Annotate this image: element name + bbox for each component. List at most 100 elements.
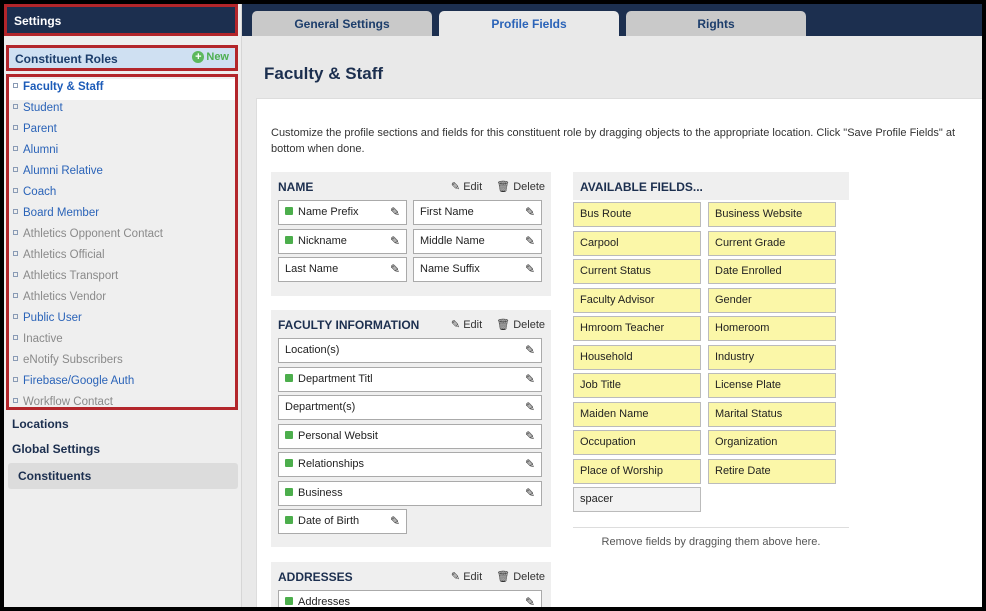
available-field-current-status[interactable]: Current Status bbox=[573, 259, 701, 284]
available-field-bus-route[interactable]: Bus Route bbox=[573, 202, 701, 227]
available-fields-title: AVAILABLE FIELDS... bbox=[573, 172, 849, 200]
delete-section-button[interactable]: 🗑 Delete bbox=[496, 180, 545, 193]
field-name-prefix[interactable]: Name Prefix ✎ bbox=[278, 200, 407, 225]
pencil-icon[interactable]: ✎ bbox=[390, 262, 400, 276]
role-item-athletics-official[interactable]: Athletics Official bbox=[9, 247, 235, 268]
field-label: Location(s) bbox=[285, 344, 340, 356]
role-item-workflow-contact[interactable]: Workflow Contact bbox=[9, 394, 235, 415]
available-field-gender[interactable]: Gender bbox=[708, 287, 836, 313]
new-role-button[interactable]: + New bbox=[192, 51, 229, 63]
section-faculty-title: FACULTY INFORMATION bbox=[278, 318, 420, 332]
available-field-current-grade[interactable]: Current Grade bbox=[708, 230, 836, 256]
available-field-homeroom[interactable]: Homeroom bbox=[708, 316, 836, 341]
pencil-icon[interactable]: ✎ bbox=[525, 262, 535, 276]
available-field-maiden-name[interactable]: Maiden Name bbox=[573, 401, 701, 427]
green-square-icon bbox=[285, 487, 293, 496]
profile-fields-panel: Customize the profile sections and field… bbox=[256, 98, 982, 607]
field-label: Name Suffix bbox=[420, 263, 480, 275]
pencil-icon[interactable]: ✎ bbox=[525, 595, 535, 607]
pencil-icon[interactable]: ✎ bbox=[525, 400, 535, 414]
role-label: Faculty & Staff bbox=[23, 81, 104, 93]
role-item-public-user[interactable]: Public User bbox=[9, 310, 235, 331]
role-label: Public User bbox=[23, 312, 82, 324]
field-department-s[interactable]: Department(s) ✎ bbox=[278, 395, 542, 420]
field-business[interactable]: Business ✎ bbox=[278, 480, 542, 506]
available-field-business-website[interactable]: Business Website bbox=[708, 202, 836, 227]
available-field-faculty-advisor[interactable]: Faculty Advisor bbox=[573, 287, 701, 313]
bullet-icon bbox=[13, 209, 18, 215]
edit-section-button[interactable]: ✎ Edit bbox=[451, 318, 482, 331]
role-item-alumni-relative[interactable]: Alumni Relative bbox=[9, 163, 235, 184]
field-label: First Name bbox=[420, 206, 474, 218]
field-nickname[interactable]: Nickname ✎ bbox=[278, 228, 407, 254]
available-field-retire-date[interactable]: Retire Date bbox=[708, 458, 836, 484]
available-field-hmroom-teacher[interactable]: Hmroom Teacher bbox=[573, 316, 701, 341]
remove-fields-note: Remove fields by dragging them above her… bbox=[573, 527, 849, 548]
global-settings-link[interactable]: Global Settings bbox=[12, 442, 100, 456]
pencil-icon[interactable]: ✎ bbox=[390, 205, 400, 219]
role-item-student[interactable]: Student bbox=[9, 100, 235, 121]
role-item-firebase-google-auth[interactable]: Firebase/Google Auth bbox=[9, 373, 235, 394]
available-field-job-title[interactable]: Job Title bbox=[573, 373, 701, 398]
field-relationships[interactable]: Relationships ✎ bbox=[278, 452, 542, 477]
pencil-icon[interactable]: ✎ bbox=[525, 457, 535, 471]
pencil-icon[interactable]: ✎ bbox=[525, 205, 535, 219]
role-label: Athletics Vendor bbox=[23, 291, 107, 303]
available-field-organization[interactable]: Organization bbox=[708, 430, 836, 455]
bullet-icon bbox=[13, 83, 18, 89]
available-field-license-plate[interactable]: License Plate bbox=[708, 373, 836, 398]
app-window: Settings Constituent Roles + New Faculty… bbox=[4, 4, 982, 607]
edit-label: Edit bbox=[463, 571, 483, 583]
delete-section-button[interactable]: 🗑 Delete bbox=[496, 570, 545, 583]
role-item-parent[interactable]: Parent bbox=[9, 121, 235, 142]
field-department-titl[interactable]: Department Titl ✎ bbox=[278, 366, 542, 392]
field-date-of-birth[interactable]: Date of Birth ✎ bbox=[278, 509, 407, 534]
field-name-suffix[interactable]: Name Suffix ✎ bbox=[413, 257, 542, 282]
tab-general-settings[interactable]: General Settings bbox=[252, 11, 432, 36]
role-item-faculty-staff[interactable]: Faculty & Staff bbox=[9, 79, 235, 100]
available-field-industry[interactable]: Industry bbox=[708, 344, 836, 370]
available-field-carpool[interactable]: Carpool bbox=[573, 230, 701, 256]
constituent-roles-header[interactable]: Constituent Roles + New bbox=[6, 45, 238, 71]
edit-section-button[interactable]: ✎ Edit bbox=[451, 180, 482, 193]
available-field-date-enrolled[interactable]: Date Enrolled bbox=[708, 259, 836, 284]
available-field-household[interactable]: Household bbox=[573, 344, 701, 370]
role-item-athletics-opponent-contact[interactable]: Athletics Opponent Contact bbox=[9, 226, 235, 247]
role-item-board-member[interactable]: Board Member bbox=[9, 205, 235, 226]
pencil-icon[interactable]: ✎ bbox=[390, 514, 400, 528]
role-item-athletics-transport[interactable]: Athletics Transport bbox=[9, 268, 235, 289]
role-item-coach[interactable]: Coach bbox=[9, 184, 235, 205]
edit-section-button[interactable]: ✎ Edit bbox=[451, 570, 482, 583]
tab-bar: General Settings Profile Fields Rights bbox=[242, 4, 982, 36]
locations-link[interactable]: Locations bbox=[12, 417, 69, 431]
pencil-icon[interactable]: ✎ bbox=[525, 429, 535, 443]
field-location-s[interactable]: Location(s) ✎ bbox=[278, 338, 542, 363]
available-field-spacer[interactable]: spacer bbox=[573, 487, 701, 512]
constituents-link[interactable]: Constituents bbox=[8, 463, 238, 489]
pencil-icon[interactable]: ✎ bbox=[525, 343, 535, 357]
available-field-occupation[interactable]: Occupation bbox=[573, 430, 701, 455]
bullet-icon bbox=[13, 188, 18, 194]
tab-rights[interactable]: Rights bbox=[626, 11, 806, 36]
pencil-icon[interactable]: ✎ bbox=[525, 372, 535, 386]
green-square-icon bbox=[285, 373, 293, 382]
pencil-icon[interactable]: ✎ bbox=[525, 486, 535, 500]
field-last-name[interactable]: Last Name ✎ bbox=[278, 257, 407, 282]
pencil-icon[interactable]: ✎ bbox=[390, 234, 400, 248]
role-item-athletics-vendor[interactable]: Athletics Vendor bbox=[9, 289, 235, 310]
tab-profile-fields[interactable]: Profile Fields bbox=[439, 11, 619, 36]
role-item-enotify-subscribers[interactable]: eNotify Subscribers bbox=[9, 352, 235, 373]
field-first-name[interactable]: First Name ✎ bbox=[413, 200, 542, 225]
field-label: Nickname bbox=[298, 234, 347, 247]
field-personal-websit[interactable]: Personal Websit ✎ bbox=[278, 423, 542, 449]
role-item-alumni[interactable]: Alumni bbox=[9, 142, 235, 163]
available-field-marital-status[interactable]: Marital Status bbox=[708, 401, 836, 427]
delete-section-button[interactable]: 🗑 Delete bbox=[496, 318, 545, 331]
pencil-icon[interactable]: ✎ bbox=[525, 234, 535, 248]
green-square-icon bbox=[285, 207, 293, 216]
field-middle-name[interactable]: Middle Name ✎ bbox=[413, 228, 542, 254]
field-addresses[interactable]: Addresses ✎ bbox=[278, 590, 542, 607]
available-field-place-of-worship[interactable]: Place of Worship bbox=[573, 458, 701, 484]
section-name-header: NAME ✎ Edit 🗑 Delete bbox=[271, 172, 551, 200]
role-item-inactive[interactable]: Inactive bbox=[9, 331, 235, 352]
